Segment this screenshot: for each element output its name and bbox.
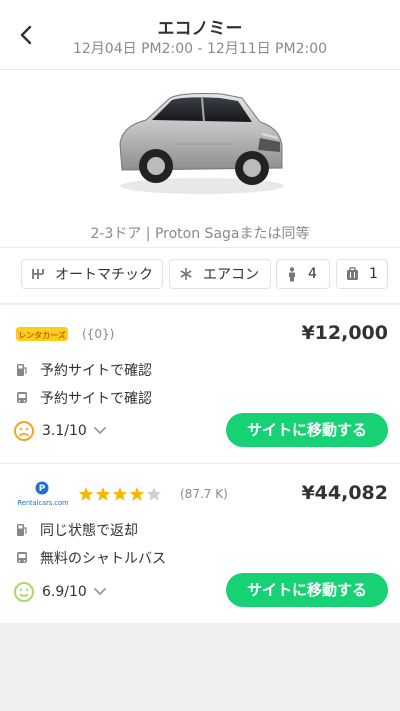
chevron-down-icon <box>93 427 106 435</box>
fuel-icon <box>17 364 27 376</box>
star-icon <box>78 487 94 501</box>
fuel-policy: 予約サイトで確認 <box>16 360 152 380</box>
offer-card: P Rentalcars.com (87.7 K) ¥44,082 同じ状態で返… <box>0 463 400 623</box>
offer-card: レンタカーズ ({0}) ¥12,000 予約サイトで確認 予約サイトで確認 3… <box>0 305 400 463</box>
fuel-policy-text: 予約サイトで確認 <box>40 363 152 379</box>
star-icon <box>129 487 145 501</box>
review-count: ({0}) <box>82 327 115 341</box>
neutral-face-icon <box>14 582 34 602</box>
header: エコノミー 12月04日 PM2:00 - 12月11日 PM2:00 <box>0 0 400 70</box>
person-icon <box>289 266 295 281</box>
score-value: 3.1/10 <box>42 423 87 439</box>
shuttle-info: 無料のシャトルバス <box>16 548 166 568</box>
seats-count: 4 <box>308 266 317 282</box>
shuttle-info: 予約サイトで確認 <box>16 388 152 408</box>
chevron-down-icon <box>93 588 106 596</box>
gear-shift-icon <box>32 269 44 279</box>
review-count: (87.7 K) <box>180 487 228 501</box>
price: ¥12,000 <box>301 322 388 344</box>
go-to-site-button[interactable]: サイトに移動する <box>226 573 388 607</box>
suitcase-icon <box>347 267 358 280</box>
go-to-site-button[interactable]: サイトに移動する <box>226 413 388 447</box>
sad-face-icon <box>14 421 34 441</box>
features-row: オートマチック エアコン 4 1 <box>0 248 400 304</box>
score-toggle[interactable]: 6.9/10 <box>14 582 107 602</box>
fuel-icon <box>17 524 27 536</box>
score-toggle[interactable]: 3.1/10 <box>14 421 107 441</box>
shuttle-text: 予約サイトで確認 <box>40 391 152 407</box>
fuel-policy-text: 同じ状態で返却 <box>40 523 138 539</box>
aircon-label: エアコン <box>203 267 259 283</box>
star-rating <box>78 486 162 502</box>
page-title: エコノミー <box>157 19 243 39</box>
transmission-label: オートマチック <box>55 267 153 283</box>
star-icon <box>95 487 111 501</box>
provider-logo: P Rentalcars.com <box>18 481 69 507</box>
car-image <box>119 93 284 194</box>
car-model: 2-3ドア | Proton Sagaまたは同等 <box>90 226 310 242</box>
provider-logo-text: レンタカーズ <box>18 330 66 340</box>
price: ¥44,082 <box>301 482 388 504</box>
shuttle-text: 無料のシャトルバス <box>40 551 166 567</box>
bags-count: 1 <box>369 266 378 282</box>
score-value: 6.9/10 <box>42 584 87 600</box>
snowflake-icon <box>180 268 192 280</box>
seats-chip: 4 <box>276 259 330 289</box>
bus-icon <box>17 392 27 403</box>
aircon-chip: エアコン <box>169 259 271 289</box>
bags-chip: 1 <box>336 259 388 289</box>
star-empty-icon <box>146 487 162 501</box>
app: エコノミー 12月04日 PM2:00 - 12月11日 PM2:00 2-3ド… <box>0 0 400 711</box>
transmission-chip: オートマチック <box>21 259 163 289</box>
provider-logo-text: Rentalcars.com <box>18 499 69 507</box>
provider-logo: レンタカーズ <box>16 327 68 341</box>
fuel-policy: 同じ状態で返却 <box>16 520 138 540</box>
bus-icon <box>17 552 27 563</box>
star-icon <box>112 487 128 501</box>
date-range: 12月04日 PM2:00 - 12月11日 PM2:00 <box>72 41 328 57</box>
car-section: 2-3ドア | Proton Sagaまたは同等 <box>0 70 400 248</box>
svg-text:P: P <box>39 484 46 494</box>
